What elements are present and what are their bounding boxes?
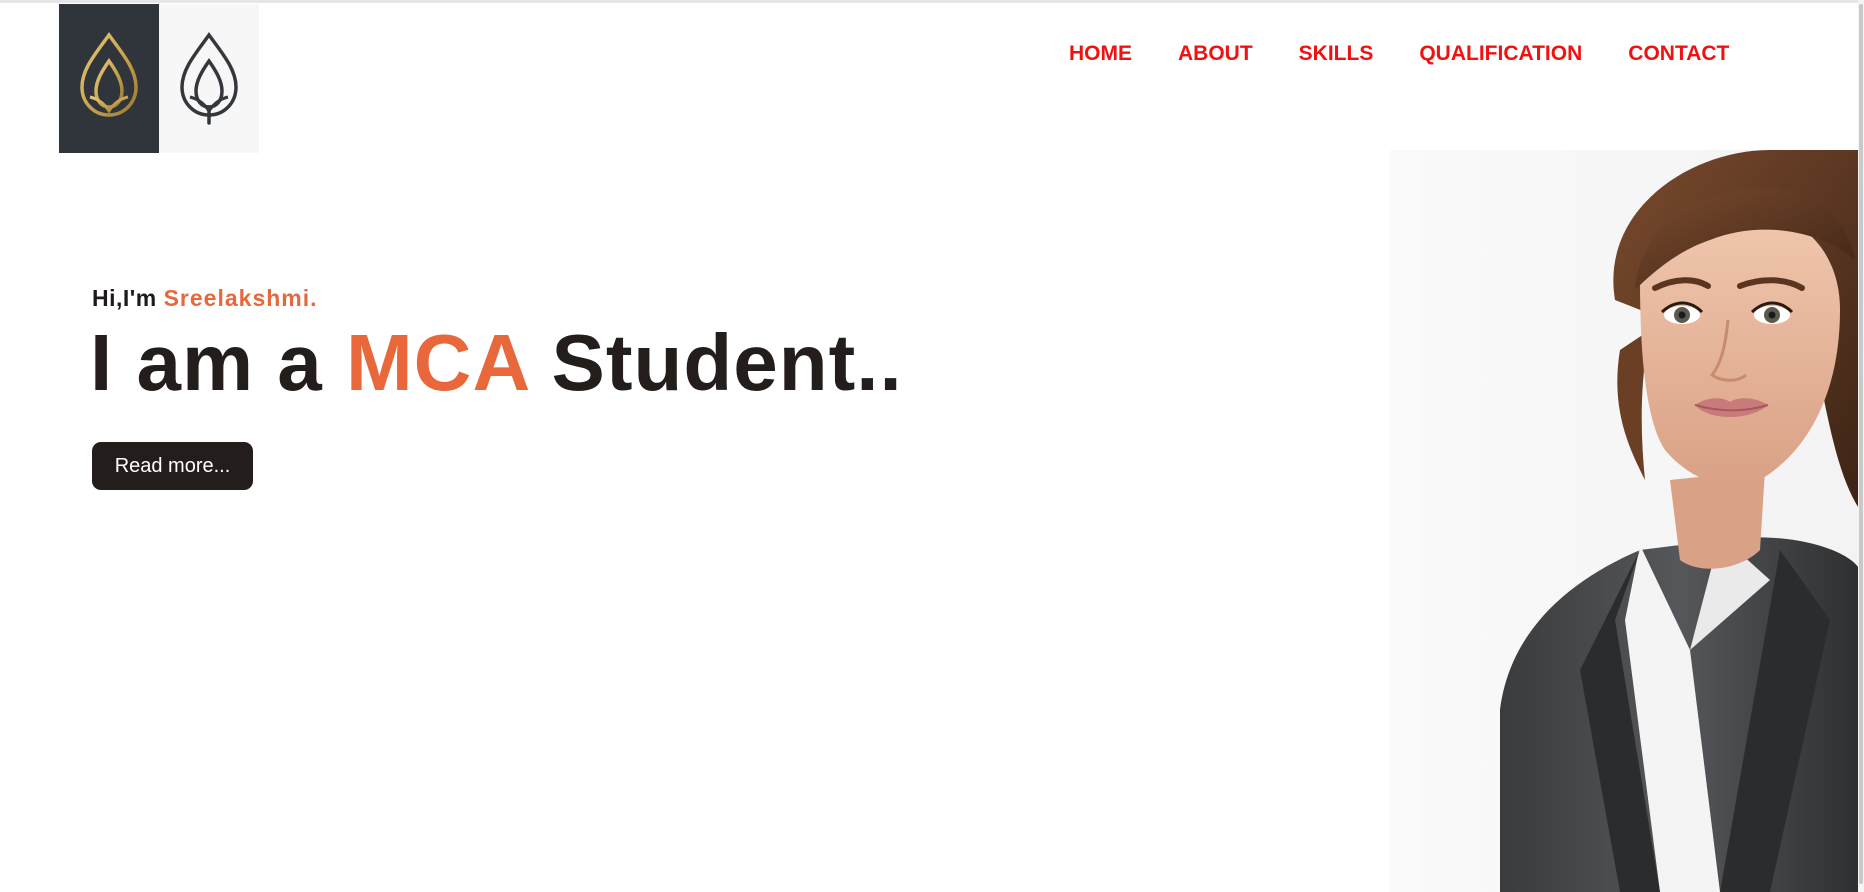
- hero-portrait-image: [1390, 150, 1860, 892]
- main-nav: HOME ABOUT SKILLS QUALIFICATION CONTACT: [1069, 42, 1775, 66]
- nav-home[interactable]: HOME: [1069, 42, 1132, 66]
- hero-greeting: Hi,I'm Sreelakshmi.: [92, 285, 318, 312]
- page-scrollbar[interactable]: [1858, 0, 1864, 892]
- greeting-name: Sreelakshmi.: [163, 285, 318, 311]
- headline-prefix: I am a: [90, 318, 323, 407]
- leaf-logo-dark-icon: [180, 31, 238, 125]
- logo-light-panel: [159, 4, 259, 153]
- headline-suffix: Student..: [551, 318, 903, 407]
- headline-accent: MCA: [346, 318, 529, 407]
- nav-contact[interactable]: CONTACT: [1628, 42, 1729, 66]
- nav-skills[interactable]: SKILLS: [1299, 42, 1374, 66]
- top-border: [0, 0, 1864, 3]
- greeting-prefix: Hi,I'm: [92, 285, 157, 311]
- portrait-illustration: [1500, 150, 1860, 892]
- site-logo[interactable]: [59, 4, 259, 153]
- hero-headline: I am a MCA Student..: [90, 318, 903, 408]
- page: HOME ABOUT SKILLS QUALIFICATION CONTACT …: [0, 0, 1864, 892]
- scrollbar-thumb[interactable]: [1859, 4, 1863, 884]
- nav-about[interactable]: ABOUT: [1178, 42, 1253, 66]
- read-more-button[interactable]: Read more...: [92, 442, 253, 490]
- leaf-logo-gold-icon: [80, 31, 138, 125]
- nav-qualification[interactable]: QUALIFICATION: [1419, 42, 1582, 66]
- logo-dark-panel: [59, 4, 159, 153]
